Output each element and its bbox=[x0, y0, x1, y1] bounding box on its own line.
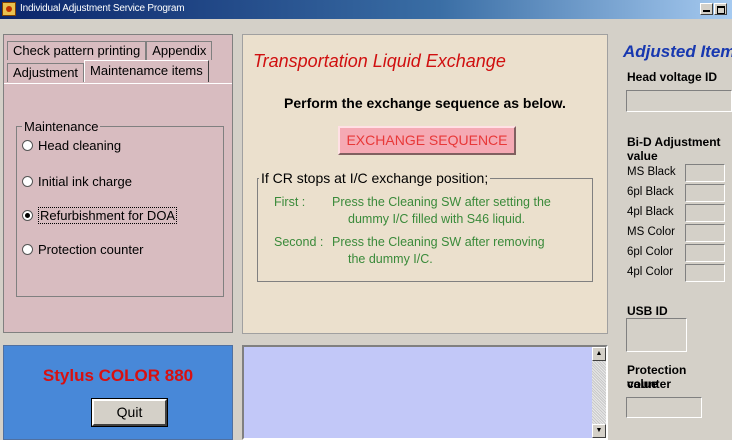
bid-label-ms-color: MS Color bbox=[627, 226, 675, 238]
protection-counter-field bbox=[626, 397, 702, 418]
head-voltage-field bbox=[626, 90, 732, 112]
first-step-label: First : bbox=[274, 195, 306, 209]
first-step-line2: dummy I/C filled with S46 liquid. bbox=[348, 212, 526, 226]
bid-label-4pl-black: 4pl Black bbox=[627, 206, 674, 218]
log-textarea[interactable]: ▲ ▼ bbox=[242, 345, 608, 440]
tab-row-back: Check pattern printing Appendix bbox=[7, 41, 213, 60]
second-step-label: Second : bbox=[274, 235, 324, 249]
bid-field-6pl-black bbox=[685, 184, 725, 202]
radio-refurbishment-for-doa[interactable]: Refurbishment for DOA bbox=[22, 206, 178, 224]
exchange-panel: Transportation Liquid Exchange Perform t… bbox=[242, 34, 608, 334]
usb-id-label: USB ID bbox=[627, 304, 668, 318]
first-step-line1: Press the Cleaning SW after setting the bbox=[332, 195, 551, 209]
cr-stop-group: If CR stops at I/C exchange position; Fi… bbox=[257, 170, 593, 282]
radio-label: Protection counter bbox=[38, 241, 144, 257]
scroll-up-button[interactable]: ▲ bbox=[592, 347, 606, 361]
radio-label: Refurbishment for DOA bbox=[38, 206, 178, 224]
tab-check-pattern-printing[interactable]: Check pattern printing bbox=[7, 41, 147, 60]
app-icon bbox=[2, 2, 16, 16]
second-step-line2: the dummy I/C. bbox=[348, 252, 433, 266]
radio-initial-ink-charge[interactable]: Initial ink charge bbox=[22, 173, 132, 189]
protection-value-label: value bbox=[627, 377, 658, 391]
bid-label-6pl-black: 6pl Black bbox=[627, 186, 674, 198]
radio-button[interactable] bbox=[22, 175, 33, 187]
minimize-button[interactable] bbox=[700, 3, 713, 15]
tab-adjustment[interactable]: Adjustment bbox=[7, 63, 85, 82]
usb-id-field bbox=[626, 318, 687, 352]
model-box: Stylus COLOR 880 Quit bbox=[3, 345, 233, 440]
bid-field-4pl-color bbox=[685, 264, 725, 282]
tab-maintenance-items[interactable]: Maintenamce items bbox=[84, 60, 209, 82]
maximize-icon bbox=[717, 6, 725, 14]
radio-button[interactable] bbox=[22, 243, 33, 255]
title-bar: Individual Adjustment Service Program bbox=[0, 0, 732, 19]
radio-head-cleaning[interactable]: Head cleaning bbox=[22, 137, 121, 153]
bid-field-4pl-black bbox=[685, 204, 725, 222]
panel-title: Transportation Liquid Exchange bbox=[253, 51, 506, 71]
head-voltage-label: Head voltage ID bbox=[627, 70, 718, 84]
bid-field-6pl-color bbox=[685, 244, 725, 262]
window-title: Individual Adjustment Service Program bbox=[20, 3, 185, 14]
radio-protection-counter[interactable]: Protection counter bbox=[22, 241, 144, 257]
tab-row-front: Adjustment Maintenamce items bbox=[7, 60, 209, 82]
minimize-icon bbox=[703, 10, 710, 12]
radio-button-selected[interactable] bbox=[22, 209, 33, 221]
adjusted-items-panel: Adjusted Item Head voltage ID Bi-D Adjus… bbox=[617, 34, 732, 440]
bid-label-6pl-color: 6pl Color bbox=[627, 246, 674, 258]
adjusted-item-title: Adjusted Item bbox=[623, 42, 732, 61]
tab-divider bbox=[4, 83, 232, 84]
radio-label: Head cleaning bbox=[38, 137, 122, 153]
quit-button[interactable]: Quit bbox=[91, 398, 168, 427]
bid-label-4pl-color: 4pl Color bbox=[627, 266, 674, 278]
radio-label: Initial ink charge bbox=[38, 173, 132, 189]
bid-adjustment-label: Bi-D Adjustment bbox=[627, 135, 721, 149]
model-name: Stylus COLOR 880 bbox=[42, 366, 194, 385]
scroll-down-button[interactable]: ▼ bbox=[592, 424, 606, 438]
bid-value-label: value bbox=[627, 149, 658, 163]
maximize-button[interactable] bbox=[714, 3, 727, 15]
bid-label-ms-black: MS Black bbox=[627, 166, 676, 178]
bid-field-ms-black bbox=[685, 164, 725, 182]
radio-button[interactable] bbox=[22, 139, 33, 151]
second-step-line1: Press the Cleaning SW after removing bbox=[332, 235, 545, 249]
cr-stop-legend: If CR stops at I/C exchange position; bbox=[259, 170, 491, 186]
exchange-sequence-button[interactable]: EXCHANGE SEQUENCE bbox=[338, 126, 516, 155]
maintenance-panel: Check pattern printing Appendix Adjustme… bbox=[3, 34, 233, 333]
maintenance-legend: Maintenance bbox=[22, 119, 101, 134]
vertical-scrollbar[interactable]: ▲ ▼ bbox=[592, 347, 606, 438]
tab-appendix[interactable]: Appendix bbox=[146, 41, 213, 60]
bid-field-ms-color bbox=[685, 224, 725, 242]
instruction-text: Perform the exchange sequence as below. bbox=[284, 95, 566, 111]
